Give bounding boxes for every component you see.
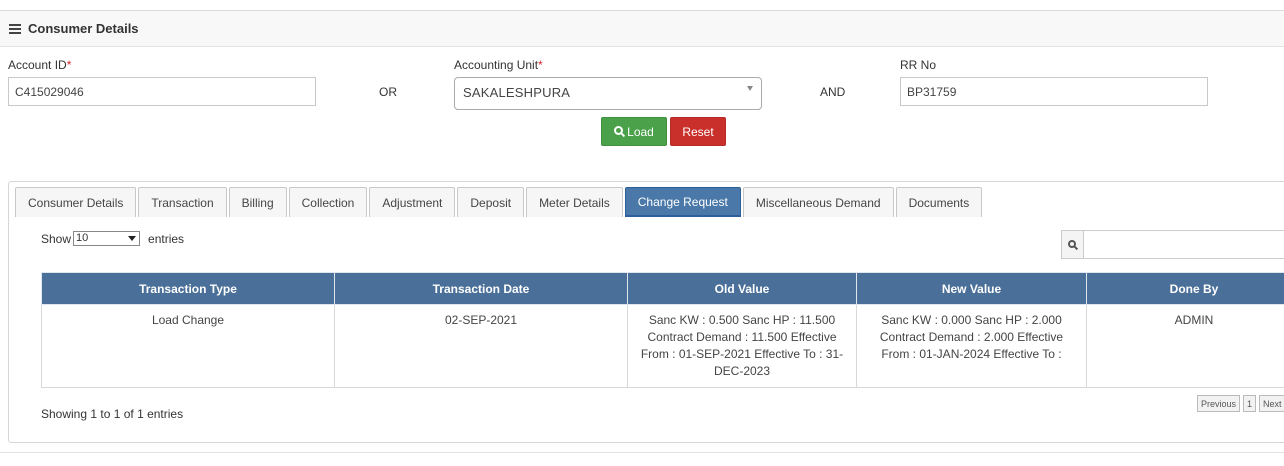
change-request-table: Transaction Type Transaction Date Old Va… [41, 272, 1284, 388]
tab-bar: Consumer Details Transaction Billing Col… [15, 187, 984, 217]
next-button[interactable]: Next [1259, 395, 1284, 412]
tab-deposit[interactable]: Deposit [457, 187, 525, 217]
panel-header: Consumer Details [0, 10, 1284, 47]
table-row[interactable]: Load Change 02-SEP-2021 Sanc KW : 0.500 … [41, 304, 1284, 388]
account-id-label: Account ID* [8, 58, 72, 72]
done-by-cell: ADMIN [1086, 304, 1284, 388]
page-size-select[interactable]: 10 [73, 231, 141, 246]
previous-button[interactable]: Previous [1197, 395, 1241, 412]
entries-label: entries [148, 231, 185, 246]
accounting-unit-value: SAKALESHPURA [463, 85, 571, 100]
search-icon [614, 126, 624, 135]
search-input[interactable] [1084, 230, 1284, 259]
column-header[interactable]: Old Value [627, 272, 857, 305]
or-text: OR [379, 85, 397, 99]
tab-meter-details[interactable]: Meter Details [526, 187, 623, 217]
tab-adjustment[interactable]: Adjustment [369, 187, 456, 217]
transaction-type-cell: Load Change [41, 304, 335, 388]
load-button[interactable]: Load [601, 117, 667, 146]
hamburger-icon[interactable] [9, 23, 21, 34]
rr-no-input[interactable] [900, 77, 1208, 106]
accounting-unit-label: Accounting Unit* [454, 58, 543, 72]
load-button-label: Load [627, 124, 654, 139]
column-header[interactable]: Transaction Date [334, 272, 628, 305]
showing-info: Showing 1 to 1 of 1 entries [41, 407, 184, 421]
new-value-cell: Sanc KW : 0.000 Sanc HP : 2.000 Contract… [856, 304, 1087, 388]
tab-miscellaneous-demand[interactable]: Miscellaneous Demand [742, 187, 894, 217]
tab-collection[interactable]: Collection [288, 187, 368, 217]
tab-consumer-details[interactable]: Consumer Details [15, 187, 137, 217]
tab-billing[interactable]: Billing [228, 187, 287, 217]
transaction-date-cell: 02-SEP-2021 [334, 304, 628, 388]
table-search [1061, 230, 1284, 259]
tab-transaction[interactable]: Transaction [138, 187, 227, 217]
divider [0, 452, 1284, 453]
tab-change-request[interactable]: Change Request [624, 187, 741, 217]
reset-button-label: Reset [682, 124, 714, 139]
select-arrow-icon [747, 86, 753, 91]
column-header[interactable]: Done By [1086, 272, 1284, 305]
account-id-input[interactable] [8, 77, 316, 106]
page-1-button[interactable]: 1 [1243, 395, 1257, 412]
panel-title: Consumer Details [28, 21, 139, 36]
tab-documents[interactable]: Documents [895, 187, 983, 217]
reset-button[interactable]: Reset [670, 117, 726, 146]
page-size-value: 10 [76, 232, 89, 244]
search-addon [1061, 230, 1084, 259]
show-entries: Show 10 entries [41, 231, 184, 246]
column-header[interactable]: Transaction Type [41, 272, 335, 305]
old-value-cell: Sanc KW : 0.500 Sanc HP : 11.500 Contrac… [627, 304, 857, 388]
rr-no-label: RR No [900, 58, 937, 72]
pagination: Previous 1 Next [1197, 395, 1284, 412]
show-label: Show [41, 231, 72, 246]
search-icon [1067, 239, 1076, 248]
accounting-unit-select[interactable]: SAKALESHPURA [454, 77, 762, 110]
chevron-down-icon [128, 236, 137, 241]
table-header-row: Transaction Type Transaction Date Old Va… [41, 272, 1284, 305]
column-header[interactable]: New Value [856, 272, 1087, 305]
and-text: AND [820, 85, 846, 99]
